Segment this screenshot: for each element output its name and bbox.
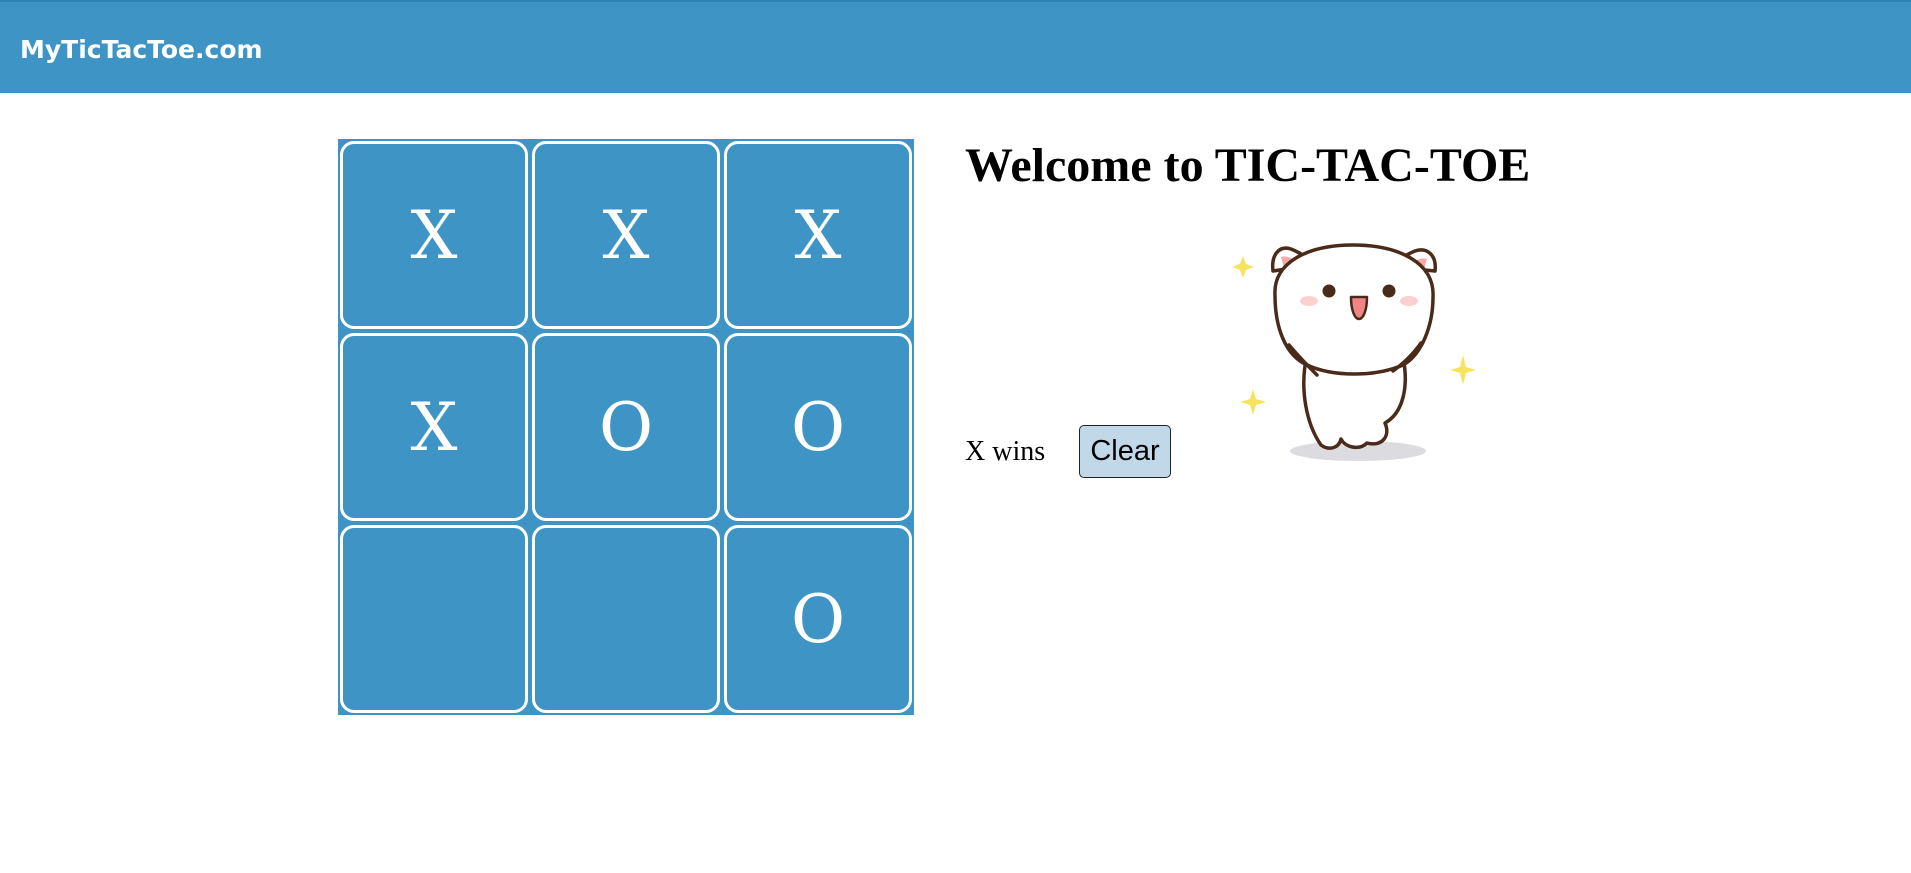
brand-logo-text[interactable]: MyTicTacToe.com [20,32,263,68]
board-cell-1[interactable]: X [340,141,528,329]
board-cell-2[interactable]: X [532,141,720,329]
happy-cat-icon [1232,243,1476,461]
game-status-text: X wins [965,436,1046,467]
board-cell-4[interactable]: X [340,333,528,521]
clear-button[interactable]: Clear [1079,425,1171,478]
board-cell-8[interactable] [532,525,720,713]
board-cell-3[interactable]: X [724,141,912,329]
board-cell-5[interactable]: O [532,333,720,521]
game-board: X X X X O O O [338,139,914,715]
board-cell-6[interactable]: O [724,333,912,521]
board-cell-9[interactable]: O [724,525,912,713]
navbar: MyTicTacToe.com [0,0,1911,93]
page-title: Welcome to TIC-TAC-TOE [965,139,1531,192]
board-cell-7[interactable] [340,525,528,713]
